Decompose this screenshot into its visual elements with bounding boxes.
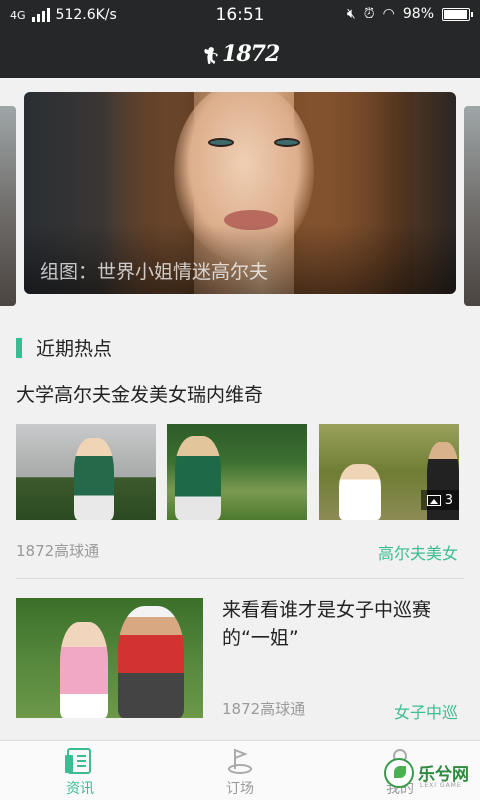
battery-percent: 98% — [402, 6, 434, 22]
banner-caption: 组图：世界小姐情迷高尔夫 — [40, 261, 269, 283]
watermark-subtext: LEXI GAME — [420, 782, 462, 789]
app-logo: 🏌︎1872 — [0, 41, 480, 67]
status-bar: 4G 512.6K/s 16:51 🔇︎ ⏰︎ ◠ 98% — [0, 0, 480, 32]
tab-booking[interactable]: 订场 — [190, 747, 290, 798]
article-title[interactable]: 大学高尔夫金发美女瑞内维奇 — [16, 380, 263, 407]
alarm-icon: ⏰︎ — [363, 6, 375, 22]
carousel-prev-slide[interactable] — [0, 106, 16, 306]
photo-count-badge: 3 — [420, 490, 459, 510]
gallery-image[interactable]: 3 — [319, 424, 459, 520]
photo-count: 3 — [444, 492, 453, 508]
banner-carousel[interactable]: 组图：世界小姐情迷高尔夫 — [0, 78, 480, 308]
watermark-logo: 乐兮网 LEXI GAME — [384, 752, 476, 796]
section-title: 近期热点 — [36, 338, 113, 360]
battery-icon — [442, 7, 473, 21]
section-accent-bar — [16, 337, 22, 358]
article-gallery[interactable]: 3 — [16, 424, 459, 520]
app-bar: 🏌︎1872 — [0, 32, 480, 78]
leaf-icon — [384, 758, 414, 788]
gallery-image[interactable] — [16, 424, 156, 520]
tab-label: 订场 — [226, 781, 254, 797]
article-source: 1872高球通 — [16, 542, 100, 560]
tab-news[interactable]: 资讯 — [30, 747, 130, 798]
image-icon — [426, 494, 441, 506]
logo-text: 1872 — [222, 41, 280, 67]
article-source: 1872高球通 — [222, 700, 306, 718]
golf-course-icon — [228, 748, 252, 774]
tab-label: 资讯 — [66, 781, 94, 797]
article-tag[interactable]: 女子中巡 — [394, 699, 458, 723]
gallery-image[interactable] — [167, 424, 307, 520]
news-icon — [65, 748, 91, 774]
article-title[interactable]: 来看看谁才是女子中巡赛的“一姐” — [222, 596, 464, 652]
golfer-icon: 🏌︎ — [200, 46, 221, 65]
wifi-icon: ◠ — [382, 6, 395, 22]
banner-slide[interactable]: 组图：世界小姐情迷高尔夫 — [24, 92, 456, 294]
carousel-next-slide[interactable] — [464, 106, 480, 306]
mute-icon: 🔇︎ — [346, 6, 356, 22]
article-tag[interactable]: 高尔夫美女 — [378, 540, 458, 564]
news-feed[interactable]: 近期热点 大学高尔夫金发美女瑞内维奇 3 1872高球通 高尔夫美女 来看看谁才… — [0, 308, 480, 740]
divider — [16, 578, 464, 579]
article-thumbnail[interactable] — [16, 598, 203, 718]
section-header: 近期热点 — [16, 334, 112, 361]
